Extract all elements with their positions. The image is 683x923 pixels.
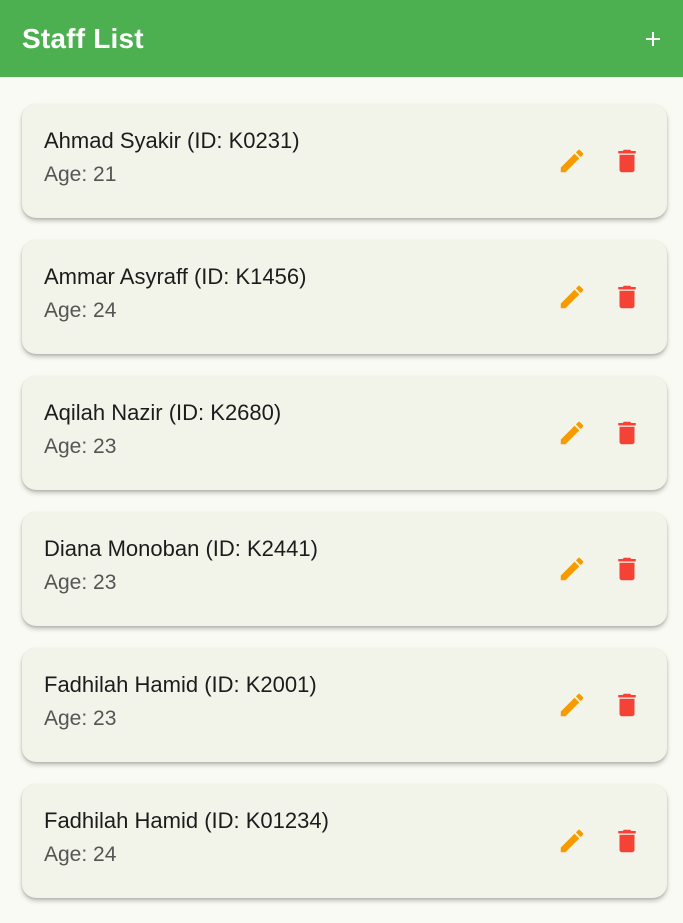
edit-button[interactable] — [552, 413, 592, 453]
trash-icon — [618, 285, 636, 309]
edit-button[interactable] — [552, 549, 592, 589]
staff-card[interactable]: Diana Monoban (ID: K2441) Age: 23 — [22, 512, 667, 626]
staff-age: Age: 23 — [44, 435, 117, 458]
delete-button[interactable] — [607, 141, 647, 181]
pencil-icon — [560, 421, 584, 445]
delete-button[interactable] — [607, 277, 647, 317]
edit-button[interactable] — [552, 277, 592, 317]
delete-button[interactable] — [607, 549, 647, 589]
staff-age: Age: 21 — [44, 163, 117, 186]
trash-icon — [618, 149, 636, 173]
pencil-icon — [560, 693, 584, 717]
delete-button[interactable] — [607, 685, 647, 725]
staff-age: Age: 24 — [44, 299, 117, 322]
staff-card[interactable]: Ahmad Syakir (ID: K0231) Age: 21 — [22, 104, 667, 218]
edit-button[interactable] — [552, 821, 592, 861]
staff-name: Diana Monoban (ID: K2441) — [44, 536, 318, 561]
page-title: Staff List — [22, 22, 144, 54]
delete-button[interactable] — [607, 413, 647, 453]
pencil-icon — [560, 829, 584, 853]
staff-list: Ahmad Syakir (ID: K0231) Age: 21 Ammar A… — [22, 104, 667, 920]
add-staff-button[interactable] — [635, 21, 671, 57]
edit-button[interactable] — [552, 685, 592, 725]
staff-card[interactable]: Aqilah Nazir (ID: K2680) Age: 23 — [22, 376, 667, 490]
staff-name: Fadhilah Hamid (ID: K01234) — [44, 808, 329, 833]
pencil-icon — [560, 285, 584, 309]
trash-icon — [618, 829, 636, 853]
staff-name: Ammar Asyraff (ID: K1456) — [44, 264, 307, 289]
plus-icon — [646, 31, 660, 46]
staff-name: Fadhilah Hamid (ID: K2001) — [44, 672, 317, 697]
staff-name: Ahmad Syakir (ID: K0231) — [44, 128, 300, 153]
pencil-icon — [560, 557, 584, 581]
pencil-icon — [560, 149, 584, 173]
trash-icon — [618, 421, 636, 445]
trash-icon — [618, 557, 636, 581]
delete-button[interactable] — [607, 821, 647, 861]
edit-button[interactable] — [552, 141, 592, 181]
staff-name: Aqilah Nazir (ID: K2680) — [44, 400, 282, 425]
staff-card[interactable]: Fadhilah Hamid (ID: K01234) Age: 24 — [22, 784, 667, 898]
staff-age: Age: 23 — [44, 707, 117, 730]
staff-card[interactable]: Ammar Asyraff (ID: K1456) Age: 24 — [22, 240, 667, 354]
staff-age: Age: 24 — [44, 843, 117, 866]
app-bar: Staff List — [0, 0, 683, 77]
trash-icon — [618, 693, 636, 717]
staff-age: Age: 23 — [44, 571, 117, 594]
staff-card[interactable]: Fadhilah Hamid (ID: K2001) Age: 23 — [22, 648, 667, 762]
